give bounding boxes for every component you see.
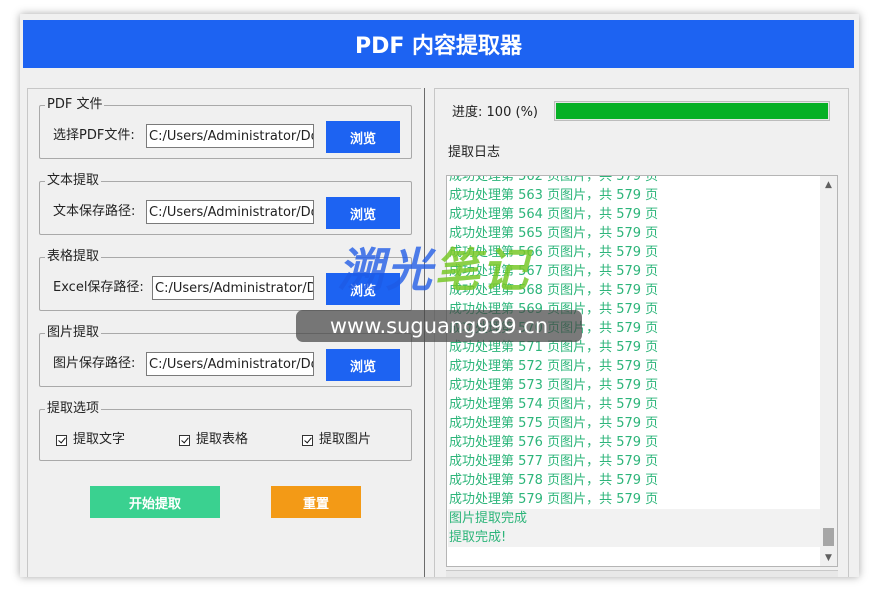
log-line: 成功处理第 578 页图片，共 579 页 xyxy=(449,473,659,488)
log-line: 成功处理第 576 页图片，共 579 页 xyxy=(449,435,659,450)
image-extract-group-title: 图片提取 xyxy=(45,325,102,341)
log-line: 成功处理第 572 页图片，共 579 页 xyxy=(449,359,659,374)
pdf-file-label: 选择PDF文件: xyxy=(53,128,135,143)
log-line: 成功处理第 579 页图片，共 579 页 xyxy=(449,492,659,507)
start-extract-button[interactable]: 开始提取 xyxy=(90,486,220,518)
watermark-logo: 溯光笔记 xyxy=(338,243,530,297)
text-save-path-input[interactable]: C:/Users/Administrator/Do xyxy=(146,200,314,224)
extract-text-checkbox[interactable]: 提取文字 xyxy=(56,432,125,448)
watermark-brand-green: 笔记 xyxy=(434,243,530,297)
log-scrollbar[interactable]: ▲ ▼ xyxy=(820,176,837,566)
scroll-down-arrow-icon[interactable]: ▼ xyxy=(820,549,837,566)
excel-save-path-label: Excel保存路径: xyxy=(53,280,144,295)
log-line: 提取完成! xyxy=(448,528,820,547)
progress-value: 100 xyxy=(486,105,512,120)
text-extract-group: 文本提取 文本保存路径: C:/Users/Administrator/Do 浏… xyxy=(39,173,412,235)
checkbox-checked-icon xyxy=(56,434,67,446)
log-title: 提取日志 xyxy=(448,145,501,160)
progress-label-text: 进度: xyxy=(452,105,483,120)
log-line: 成功处理第 577 页图片，共 579 页 xyxy=(449,454,659,469)
image-save-path-input[interactable]: C:/Users/Administrator/Do xyxy=(146,352,314,376)
scroll-up-arrow-icon[interactable]: ▲ xyxy=(820,176,837,193)
text-save-path-label: 文本保存路径: xyxy=(53,204,136,219)
scroll-thumb[interactable] xyxy=(823,528,834,546)
log-line: 成功处理第 564 页图片，共 579 页 xyxy=(449,207,659,222)
app-title: PDF 内容提取器 xyxy=(354,34,523,59)
extract-image-label: 提取图片 xyxy=(319,432,372,447)
pdf-file-group: PDF 文件 选择PDF文件: C:/Users/Administrator/D… xyxy=(39,97,412,159)
excel-save-path-input[interactable]: C:/Users/Administrator/Do xyxy=(152,276,314,300)
image-browse-button[interactable]: 浏览 xyxy=(326,349,400,381)
log-bottom-edge xyxy=(446,570,838,577)
log-line: 成功处理第 562 页图片，共 579 页 xyxy=(449,175,659,184)
log-line: 图片提取完成 xyxy=(448,509,820,528)
pdf-file-path-input[interactable]: C:/Users/Administrator/Do xyxy=(146,124,314,148)
extract-table-label: 提取表格 xyxy=(196,432,249,447)
checkbox-checked-icon xyxy=(302,434,313,446)
text-browse-button[interactable]: 浏览 xyxy=(326,197,400,229)
log-line: 成功处理第 574 页图片，共 579 页 xyxy=(449,397,659,412)
extract-options-group-title: 提取选项 xyxy=(45,401,102,417)
extract-text-label: 提取文字 xyxy=(73,432,126,447)
extract-options-group: 提取选项 提取文字 提取表格 提取图片 xyxy=(39,401,412,461)
progress-fill xyxy=(556,103,828,119)
text-extract-group-title: 文本提取 xyxy=(45,173,102,189)
watermark-url: www.suguang999.cn xyxy=(296,310,582,342)
log-line: 成功处理第 565 页图片，共 579 页 xyxy=(449,226,659,241)
checkbox-checked-icon xyxy=(179,434,190,446)
log-line: 成功处理第 563 页图片，共 579 页 xyxy=(449,188,659,203)
log-line: 成功处理第 573 页图片，共 579 页 xyxy=(449,378,659,393)
extract-table-checkbox[interactable]: 提取表格 xyxy=(179,432,248,448)
image-save-path-label: 图片保存路径: xyxy=(53,356,136,371)
progress-unit: (%) xyxy=(515,105,539,120)
reset-button[interactable]: 重置 xyxy=(271,486,361,518)
progress-bar xyxy=(554,101,830,121)
watermark-brand-blue: 溯光 xyxy=(338,243,434,297)
extract-image-checkbox[interactable]: 提取图片 xyxy=(302,432,371,448)
log-textarea[interactable]: 成功处理第 562 页图片，共 579 页成功处理第 563 页图片，共 579… xyxy=(446,175,838,567)
progress-label: 进度: 100 (%) xyxy=(452,105,538,121)
log-line: 成功处理第 575 页图片，共 579 页 xyxy=(449,416,659,431)
log-lines: 成功处理第 562 页图片，共 579 页成功处理第 563 页图片，共 579… xyxy=(448,175,820,547)
pdf-file-group-title: PDF 文件 xyxy=(45,97,105,113)
pdf-browse-button[interactable]: 浏览 xyxy=(326,121,400,153)
title-bar: PDF 内容提取器 xyxy=(23,20,854,68)
table-extract-group-title: 表格提取 xyxy=(45,249,102,265)
